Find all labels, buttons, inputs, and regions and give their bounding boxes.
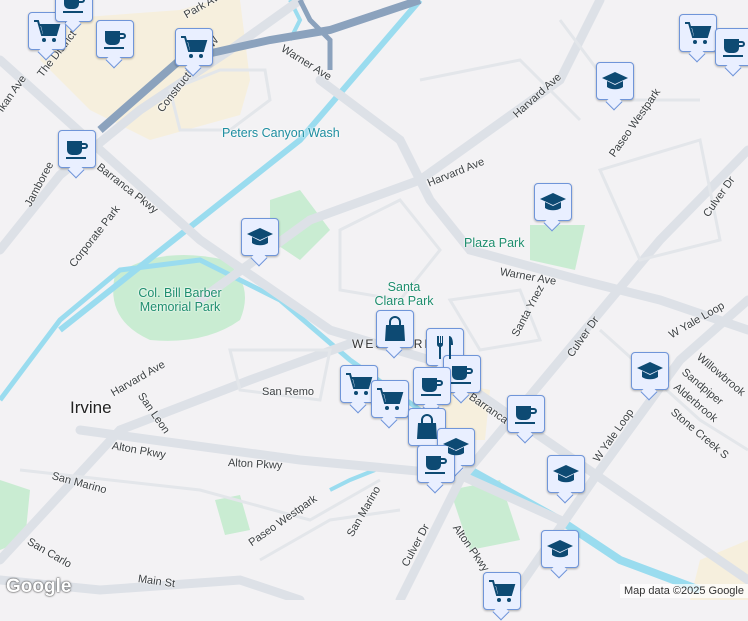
- graduation-cap-icon: [546, 535, 574, 563]
- coffee-icon: [63, 135, 91, 163]
- cart-icon: [33, 17, 61, 45]
- cafe-marker[interactable]: [507, 395, 545, 433]
- school-marker[interactable]: [631, 352, 669, 390]
- grocery-marker[interactable]: [175, 28, 213, 66]
- park-area: [530, 225, 585, 270]
- graduation-cap-icon: [539, 188, 567, 216]
- coffee-icon: [418, 372, 446, 400]
- graduation-cap-icon: [552, 460, 580, 488]
- grocery-marker[interactable]: [483, 572, 521, 610]
- park-label: Plaza Park: [464, 236, 525, 250]
- coffee-icon: [422, 450, 450, 478]
- school-marker[interactable]: [541, 530, 579, 568]
- cafe-marker[interactable]: [96, 20, 134, 58]
- school-marker[interactable]: [241, 218, 279, 256]
- cart-icon: [488, 577, 516, 605]
- graduation-cap-icon: [601, 67, 629, 95]
- coffee-icon: [101, 25, 129, 53]
- city-label: Irvine: [70, 398, 112, 417]
- cart-icon: [376, 385, 404, 413]
- cafe-marker[interactable]: [443, 355, 481, 393]
- coffee-icon: [60, 0, 88, 17]
- grocery-marker[interactable]: [340, 365, 378, 403]
- map-attribution[interactable]: Map data ©2025 Google: [619, 584, 748, 598]
- coffee-icon: [512, 400, 540, 428]
- school-marker[interactable]: [547, 455, 585, 493]
- street-label: San Remo: [262, 386, 314, 398]
- graduation-cap-icon: [636, 357, 664, 385]
- school-marker[interactable]: [596, 62, 634, 100]
- coffee-icon: [720, 33, 748, 61]
- school-marker[interactable]: [534, 183, 572, 221]
- shopping-bag-icon: [413, 413, 441, 441]
- cart-icon: [180, 33, 208, 61]
- grocery-marker[interactable]: [28, 12, 66, 50]
- water-label: Peters Canyon Wash: [222, 126, 340, 140]
- cart-icon: [345, 370, 373, 398]
- cafe-marker[interactable]: [417, 445, 455, 483]
- shopping-bag-icon: [381, 315, 409, 343]
- park-label: Santa Clara Park: [374, 280, 434, 308]
- restaurant-icon: [431, 333, 459, 361]
- cart-icon: [684, 19, 712, 47]
- shopping-marker[interactable]: [408, 408, 446, 446]
- graduation-cap-icon: [246, 223, 274, 251]
- park-label: Col. Bill Barber Memorial Park: [138, 286, 222, 314]
- grocery-marker[interactable]: [371, 380, 409, 418]
- coffee-icon: [448, 360, 476, 388]
- grocery-marker[interactable]: [679, 14, 717, 52]
- cafe-marker[interactable]: [413, 367, 451, 405]
- google-logo[interactable]: Google: [6, 576, 71, 598]
- cafe-marker[interactable]: [58, 130, 96, 168]
- cafe-marker[interactable]: [715, 28, 748, 66]
- shopping-marker[interactable]: [376, 310, 414, 348]
